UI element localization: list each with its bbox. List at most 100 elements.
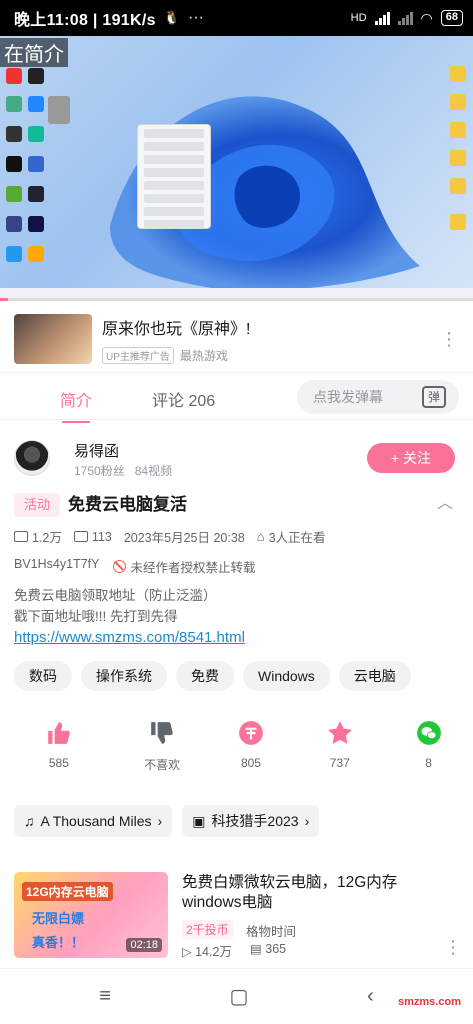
video-duration: 02:18 (126, 938, 162, 952)
star-icon (327, 720, 353, 746)
uploader-stats: 1750粉丝 84视频 (74, 462, 172, 479)
status-bar: 晚上11:08 | 191K/s 🐧 ··· HD ◠ 68 (0, 0, 473, 36)
danmaku-count-icon (73, 531, 88, 542)
collection-title: 科技猎手2023 (211, 813, 299, 829)
progress-bar[interactable] (0, 298, 473, 301)
battery-icon: 68 (440, 10, 463, 26)
desktop-app-icon (28, 186, 44, 202)
desktop-folder-icon (450, 94, 466, 110)
dislike-label: 不喜欢 (144, 758, 181, 772)
danmaku-count-icon: ▤ (249, 942, 262, 956)
play-count-icon: ▷ (182, 945, 192, 959)
desc-link[interactable]: https://www.smzms.com/8541.html (14, 629, 245, 646)
home-icon[interactable]: ▢ (230, 984, 249, 1009)
danmaku-input[interactable]: 点我发弹幕 (297, 380, 409, 414)
tab-intro[interactable]: 简介 (60, 387, 92, 423)
uploader-name[interactable]: 易得函 (74, 440, 119, 461)
desktop-app-icon (28, 68, 44, 84)
ad-source: 最热游戏 (179, 348, 228, 363)
recommended-author[interactable]: 格物时间 (246, 921, 296, 940)
more-options-icon[interactable]: ⋮ (439, 329, 459, 350)
desktop-app-icon (28, 96, 44, 112)
dislike-button[interactable]: 不喜欢 (118, 720, 207, 773)
danmaku-count: 113 (91, 529, 112, 544)
video-player[interactable]: 在简介 (0, 36, 473, 300)
video-description: 免费云电脑领取地址（防止泛滥） 戳下面地址哦!!! 先打到先得 https://… (14, 585, 245, 648)
desktop-app-icon (28, 216, 44, 232)
desktop-folder-icon (450, 178, 466, 194)
music-note-icon: ♫ (24, 813, 35, 829)
desktop-app-icon (6, 216, 22, 232)
ad-thumbnail (14, 314, 92, 364)
video-meta: 1.2万 113 2023年5月25日 20:38 ⌂ 3人正在看 (14, 527, 326, 546)
desktop-folder-icon (450, 214, 466, 230)
ad-badge: UP主推荐广告 (102, 346, 174, 364)
extra-chips: ♫ A Thousand Miles › ▣ 科技猎手2023 › (14, 805, 320, 837)
desktop-folder-icon (450, 122, 466, 138)
windows-bloom-wallpaper (110, 96, 420, 291)
coin-badge: 2千投币 (182, 920, 233, 939)
tag[interactable]: 操作系统 (81, 661, 167, 691)
wechat-icon (416, 720, 442, 746)
thumb-text: 真香！！ (32, 935, 85, 950)
tab-comments[interactable]: 评论 206 (152, 387, 215, 411)
status-time: 晚上11:08 | 191K/s (14, 12, 156, 29)
desktop-app-icon (6, 246, 22, 262)
publish-date: 2023年5月25日 20:38 (123, 531, 245, 545)
desktop-app-icon (6, 96, 22, 112)
player-overlay-text: 在简介 (0, 38, 68, 67)
play-count: 1.2万 (32, 531, 62, 545)
chevron-up-icon[interactable]: ︿ (437, 489, 453, 513)
desktop-app-icon (6, 186, 22, 202)
more-options-icon[interactable]: ⋮ (443, 937, 463, 958)
no-repost-icon (113, 560, 127, 573)
recommended-danmaku: 365 (265, 942, 287, 956)
avatar[interactable] (14, 440, 50, 476)
tv-icon: ▣ (192, 813, 206, 829)
copyright-notice: 未经作者授权禁止转载 (130, 561, 256, 575)
desc-line: 戳下面地址哦!!! 先打到先得 (14, 609, 178, 624)
qq-icon: 🐧 (163, 10, 180, 25)
desktop-folder-icon (450, 150, 466, 166)
share-button[interactable]: 8 (384, 720, 473, 773)
music-chip[interactable]: ♫ A Thousand Miles › (14, 805, 173, 837)
collection-chip[interactable]: ▣ 科技猎手2023 › (182, 805, 320, 837)
back-icon[interactable]: ‹ (367, 985, 374, 1008)
desc-line: 免费云电脑领取地址（防止泛滥） (14, 588, 217, 603)
coin-button[interactable]: 805 (207, 720, 296, 773)
desktop-app-icon (6, 156, 22, 172)
tab-bar: 简介 评论 206 点我发弹幕 弹 (0, 372, 473, 423)
tag[interactable]: 免费 (176, 661, 234, 691)
tag[interactable]: 数码 (14, 661, 72, 691)
tag[interactable]: Windows (243, 661, 330, 691)
action-bar: 585 不喜欢 805 737 8 (0, 720, 473, 773)
menu-icon[interactable]: ≡ (99, 985, 111, 1008)
follow-button[interactable]: + 关注 (367, 443, 455, 473)
tag[interactable]: 云电脑 (338, 661, 411, 691)
thumb-text: 无限白嫖 (32, 911, 85, 926)
more-dots-icon: ··· (188, 9, 204, 26)
category-badge[interactable]: 活动 (14, 493, 61, 517)
watermark: smzms.com (398, 996, 461, 1008)
coin-count: 805 (240, 756, 261, 770)
favorite-button[interactable]: 737 (295, 720, 384, 773)
signal-icon (374, 11, 390, 25)
recommended-stats: ▷ 14.2万 ▤ 365 (182, 941, 286, 960)
ad-title: 原来你也玩《原神》! (102, 320, 251, 338)
uploader-videos: 84视频 (134, 464, 173, 478)
coin-icon (238, 720, 264, 746)
video-id-row: BV1Hs4y1T7fY 未经作者授权禁止转载 (14, 557, 255, 576)
desktop-app-icon (6, 126, 22, 142)
recommended-plays: 14.2万 (195, 945, 232, 959)
recommended-title[interactable]: 免费白嫖微软云电脑，12G内存windows电脑 (182, 873, 422, 913)
danmaku-icon: 弹 (422, 386, 446, 408)
recommended-thumbnail[interactable]: 12G内存云电脑 无限白嫖 真香！！ 02:18 (14, 872, 168, 958)
desktop-app-icon (28, 156, 44, 172)
video-title: 免费云电脑复活 (68, 495, 187, 514)
desktop-app-icon (48, 96, 70, 124)
danmaku-toggle-button[interactable]: 弹 (409, 380, 459, 414)
signal-icon-2 (397, 11, 413, 25)
like-button[interactable]: 585 (0, 720, 118, 773)
ad-card[interactable]: 原来你也玩《原神》! UP主推荐广告 最热游戏 ⋮ (0, 308, 473, 370)
uploader-fans: 1750粉丝 (74, 464, 125, 478)
